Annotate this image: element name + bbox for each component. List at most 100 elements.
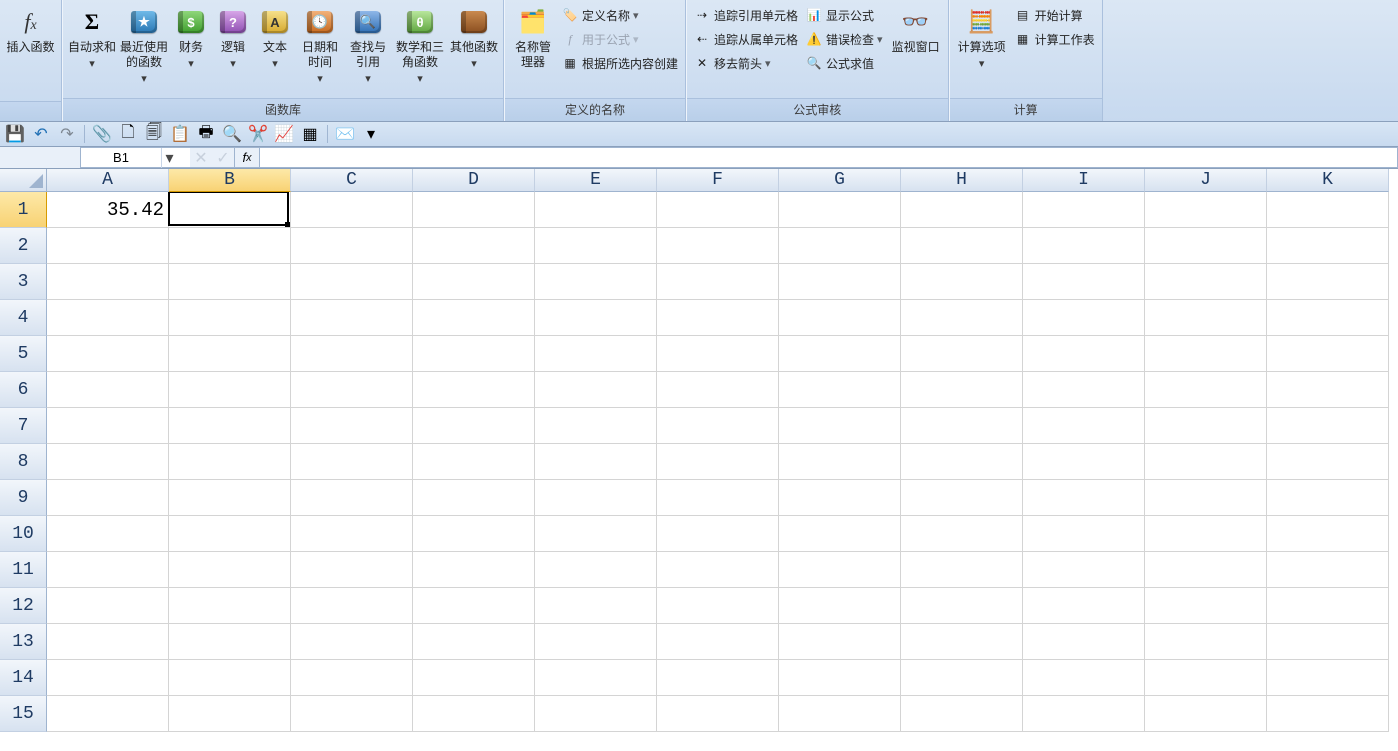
cell-J12[interactable]	[1145, 588, 1267, 624]
cell-A3[interactable]	[47, 264, 169, 300]
column-header-C[interactable]: C	[291, 169, 413, 192]
cell-C13[interactable]	[291, 624, 413, 660]
cell-I15[interactable]	[1023, 696, 1145, 732]
cell-F13[interactable]	[657, 624, 779, 660]
cell-E15[interactable]	[535, 696, 657, 732]
logical-button[interactable]: ? 逻辑 ▾	[212, 2, 254, 70]
cell-J1[interactable]	[1145, 192, 1267, 228]
cell-C8[interactable]	[291, 444, 413, 480]
cell-H8[interactable]	[901, 444, 1023, 480]
save-icon[interactable]: 💾	[6, 125, 24, 143]
preview-icon[interactable]: 🔍	[223, 125, 241, 143]
cell-G3[interactable]	[779, 264, 901, 300]
cell-D4[interactable]	[413, 300, 535, 336]
cell-A15[interactable]	[47, 696, 169, 732]
cell-K2[interactable]	[1267, 228, 1389, 264]
cell-E6[interactable]	[535, 372, 657, 408]
cell-F11[interactable]	[657, 552, 779, 588]
datetime-button[interactable]: 🕓 日期和时间 ▾	[296, 2, 344, 85]
cell-D3[interactable]	[413, 264, 535, 300]
trace-precedents-button[interactable]: ⇢追踪引用单元格	[690, 4, 802, 26]
cell-E13[interactable]	[535, 624, 657, 660]
copy-icon[interactable]: 🗐	[145, 125, 163, 143]
cell-J3[interactable]	[1145, 264, 1267, 300]
cell-I2[interactable]	[1023, 228, 1145, 264]
cell-E10[interactable]	[535, 516, 657, 552]
cell-I12[interactable]	[1023, 588, 1145, 624]
cell-F4[interactable]	[657, 300, 779, 336]
column-header-B[interactable]: B	[169, 169, 291, 192]
calc-options-button[interactable]: 🧮 计算选项 ▾	[953, 2, 1011, 70]
row-header-3[interactable]: 3	[0, 264, 47, 300]
cell-A5[interactable]	[47, 336, 169, 372]
cell-A9[interactable]	[47, 480, 169, 516]
cell-A2[interactable]	[47, 228, 169, 264]
cell-E2[interactable]	[535, 228, 657, 264]
print-icon[interactable]: 🖶	[197, 125, 215, 143]
cell-K10[interactable]	[1267, 516, 1389, 552]
cell-H13[interactable]	[901, 624, 1023, 660]
cell-D15[interactable]	[413, 696, 535, 732]
cell-E11[interactable]	[535, 552, 657, 588]
chart-icon[interactable]: 📈	[275, 125, 293, 143]
cell-H14[interactable]	[901, 660, 1023, 696]
cell-D14[interactable]	[413, 660, 535, 696]
cell-J8[interactable]	[1145, 444, 1267, 480]
cell-J6[interactable]	[1145, 372, 1267, 408]
row-header-11[interactable]: 11	[0, 552, 47, 588]
cell-I1[interactable]	[1023, 192, 1145, 228]
cell-H11[interactable]	[901, 552, 1023, 588]
cell-E5[interactable]	[535, 336, 657, 372]
cell-I5[interactable]	[1023, 336, 1145, 372]
cell-K13[interactable]	[1267, 624, 1389, 660]
row-header-5[interactable]: 5	[0, 336, 47, 372]
cell-I13[interactable]	[1023, 624, 1145, 660]
undo-icon[interactable]: ↶	[32, 125, 50, 143]
cell-G15[interactable]	[779, 696, 901, 732]
cell-G14[interactable]	[779, 660, 901, 696]
cell-H6[interactable]	[901, 372, 1023, 408]
cell-B1[interactable]	[169, 192, 291, 228]
column-header-F[interactable]: F	[657, 169, 779, 192]
redo-icon[interactable]: ↷	[58, 125, 76, 143]
cell-B6[interactable]	[169, 372, 291, 408]
cell-K15[interactable]	[1267, 696, 1389, 732]
cell-C3[interactable]	[291, 264, 413, 300]
cell-C9[interactable]	[291, 480, 413, 516]
cell-D10[interactable]	[413, 516, 535, 552]
new-icon[interactable]: 🗋	[119, 125, 137, 143]
cell-J7[interactable]	[1145, 408, 1267, 444]
row-header-8[interactable]: 8	[0, 444, 47, 480]
cell-C5[interactable]	[291, 336, 413, 372]
cell-B9[interactable]	[169, 480, 291, 516]
cell-E9[interactable]	[535, 480, 657, 516]
cell-A7[interactable]	[47, 408, 169, 444]
cell-F1[interactable]	[657, 192, 779, 228]
cell-D1[interactable]	[413, 192, 535, 228]
row-header-1[interactable]: 1	[0, 192, 47, 228]
row-header-10[interactable]: 10	[0, 516, 47, 552]
cell-J14[interactable]	[1145, 660, 1267, 696]
mail-icon[interactable]: ✉️	[336, 125, 354, 143]
cell-J5[interactable]	[1145, 336, 1267, 372]
cell-I11[interactable]	[1023, 552, 1145, 588]
cut-icon[interactable]: ✂️	[249, 125, 267, 143]
cell-E4[interactable]	[535, 300, 657, 336]
cell-H12[interactable]	[901, 588, 1023, 624]
row-header-15[interactable]: 15	[0, 696, 47, 732]
cell-E1[interactable]	[535, 192, 657, 228]
cell-K8[interactable]	[1267, 444, 1389, 480]
cell-A12[interactable]	[47, 588, 169, 624]
cell-J15[interactable]	[1145, 696, 1267, 732]
cell-H3[interactable]	[901, 264, 1023, 300]
cell-E3[interactable]	[535, 264, 657, 300]
cell-C14[interactable]	[291, 660, 413, 696]
cell-F9[interactable]	[657, 480, 779, 516]
autosum-button[interactable]: Σ 自动求和 ▾	[66, 2, 118, 70]
cell-C11[interactable]	[291, 552, 413, 588]
cell-A1[interactable]: 35.42	[47, 192, 169, 228]
cell-F8[interactable]	[657, 444, 779, 480]
cell-C1[interactable]	[291, 192, 413, 228]
cell-B2[interactable]	[169, 228, 291, 264]
cell-I6[interactable]	[1023, 372, 1145, 408]
